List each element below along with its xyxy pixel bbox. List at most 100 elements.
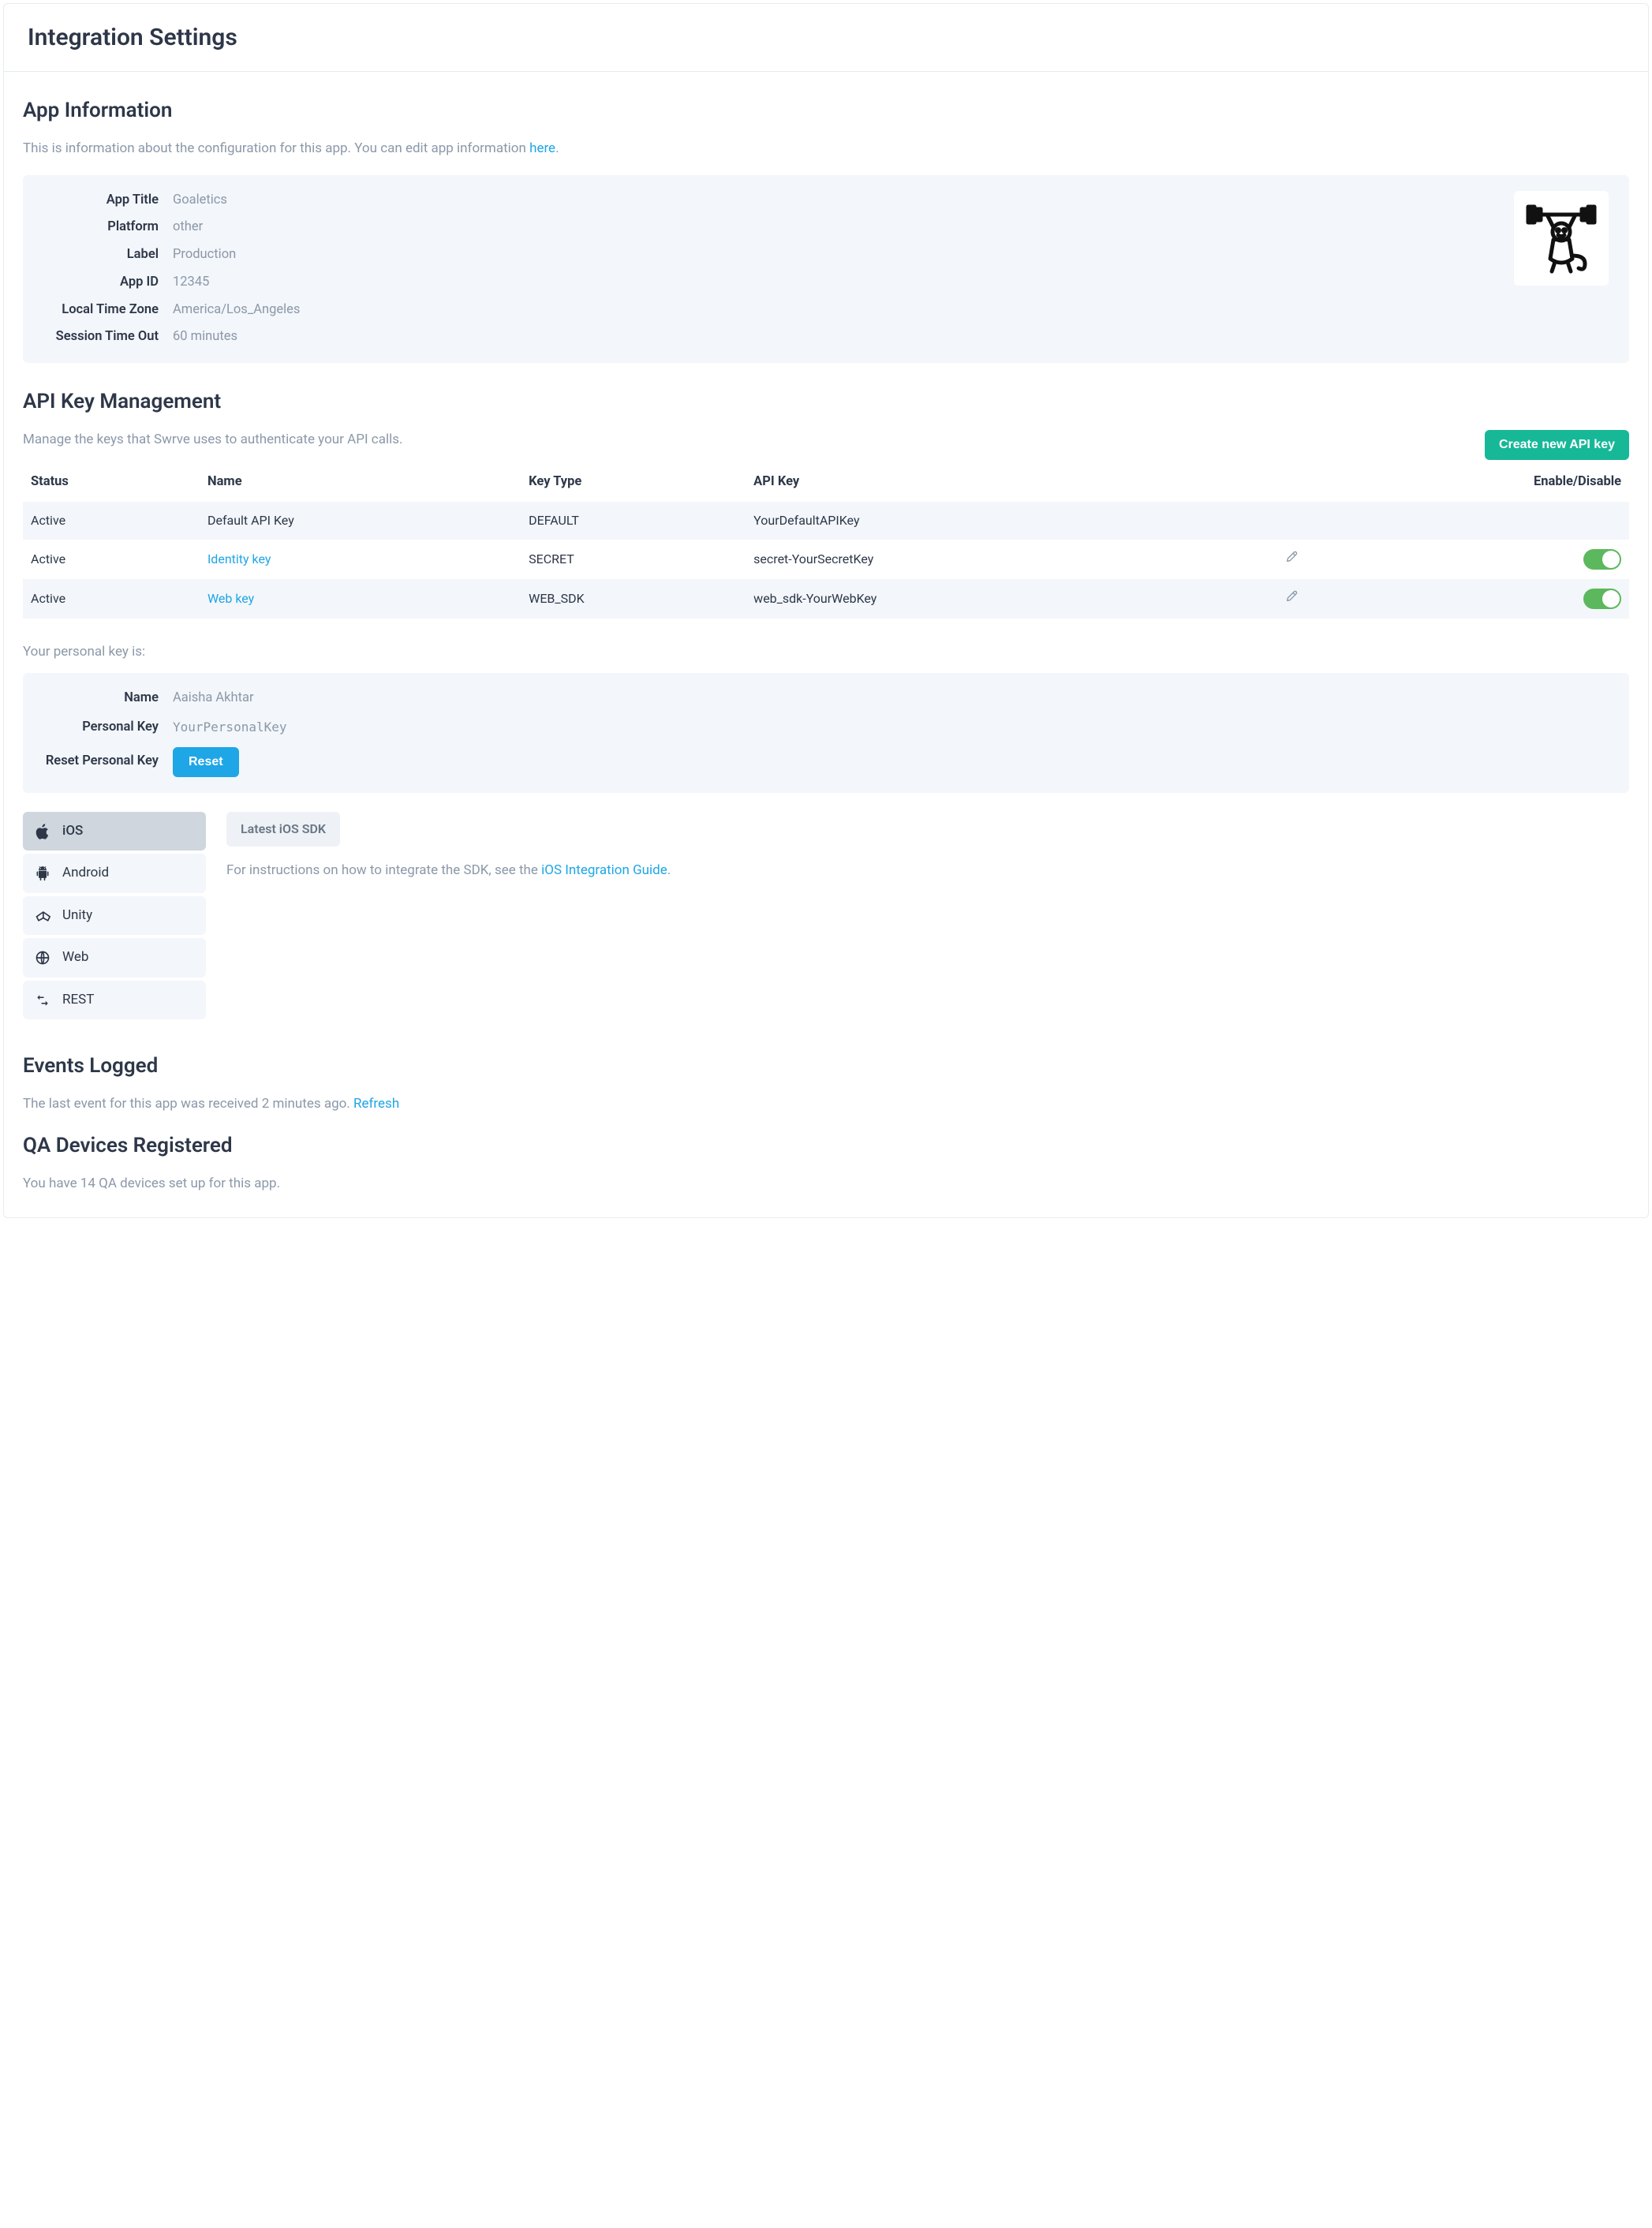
events-desc: The last event for this app was received… <box>23 1094 1629 1115</box>
web-icon <box>34 950 51 966</box>
rest-icon <box>34 993 51 1007</box>
latest-sdk-pill[interactable]: Latest iOS SDK <box>226 812 340 847</box>
enable-toggle[interactable] <box>1583 549 1621 570</box>
create-api-key-button[interactable]: Create new API key <box>1485 430 1629 460</box>
sdk-tab-rest[interactable]: REST <box>23 981 206 1020</box>
api-key-type: WEB_SDK <box>521 579 746 619</box>
table-row: Active Identity key SECRETsecret-YourSecre… <box>23 540 1629 579</box>
personal-key-label: Your personal key is: <box>23 642 1629 663</box>
app-icon <box>1514 191 1609 286</box>
app-info-desc-post: . <box>555 140 559 156</box>
timeout-label: Session Time Out <box>39 327 173 347</box>
integration-settings-panel: Integration Settings App Information Thi… <box>3 3 1649 1218</box>
api-key-type: SECRET <box>521 540 746 579</box>
appid-label: App ID <box>39 273 173 293</box>
pk-key-label: Personal Key <box>39 718 173 738</box>
platform-label: Platform <box>39 218 173 237</box>
col-type: Key Type <box>521 465 746 502</box>
api-key-name-link[interactable]: Web key <box>207 591 254 606</box>
platform-value: other <box>173 218 203 237</box>
sdk-tab-ios[interactable]: iOS <box>23 812 206 851</box>
ios-icon <box>34 823 51 840</box>
api-key-status: Active <box>23 579 200 619</box>
pk-name-label: Name <box>39 689 173 708</box>
sdk-tabs: iOS Android Unity Web REST <box>23 812 206 1020</box>
qa-heading: QA Devices Registered <box>23 1131 1629 1161</box>
table-row: Active Web key WEB_SDKweb_sdk-YourWebKey <box>23 579 1629 619</box>
edit-icon[interactable] <box>1285 590 1298 603</box>
monkey-lifting-icon <box>1523 200 1599 276</box>
events-refresh-link[interactable]: Refresh <box>353 1096 399 1112</box>
sdk-tab-label: REST <box>62 990 94 1011</box>
api-key-status: Active <box>23 540 200 579</box>
sdk-section: iOS Android Unity Web REST Latest iOS SDK Fo… <box>23 812 1629 1020</box>
sdk-content: Latest iOS SDK For instructions on how t… <box>226 812 1629 1020</box>
api-key-value: secret-YourSecretKey <box>746 540 1228 579</box>
tz-value: America/Los_Angeles <box>173 301 300 320</box>
sdk-tab-web[interactable]: Web <box>23 938 206 978</box>
sdk-guide-link[interactable]: iOS Integration Guide <box>541 862 667 878</box>
pk-key-row: Personal Key YourPersonalKey <box>39 718 1613 738</box>
label-label: Label <box>39 245 173 265</box>
tz-row: Local Time Zone America/Los_Angeles <box>39 301 300 320</box>
label-row: Label Production <box>39 245 300 265</box>
api-key-name: Default API Key <box>207 513 294 528</box>
sdk-tab-android[interactable]: Android <box>23 854 206 893</box>
app-info-kv-list: App Title Goaletics Platform other Label… <box>39 191 300 348</box>
pk-name-row: Name Aaisha Akhtar <box>39 689 1613 708</box>
app-info-box: App Title Goaletics Platform other Label… <box>23 175 1629 364</box>
panel-header: Integration Settings <box>4 4 1648 72</box>
pk-reset-label: Reset Personal Key <box>39 752 173 772</box>
app-info-heading: App Information <box>23 95 1629 126</box>
table-header-row: Status Name Key Type API Key Enable/Disa… <box>23 465 1629 502</box>
col-edit <box>1228 465 1356 502</box>
enable-toggle[interactable] <box>1583 589 1621 609</box>
sdk-desc-post: . <box>667 862 671 878</box>
events-heading: Events Logged <box>23 1051 1629 1082</box>
app-title-label: App Title <box>39 191 173 211</box>
api-key-value: web_sdk-YourWebKey <box>746 579 1228 619</box>
api-key-name-link[interactable]: Identity key <box>207 551 271 566</box>
pk-reset-row: Reset Personal Key Reset <box>39 747 1613 777</box>
api-heading: API Key Management <box>23 387 1629 417</box>
api-key-table: Status Name Key Type API Key Enable/Disa… <box>23 465 1629 619</box>
app-title-value: Goaletics <box>173 191 227 211</box>
api-header-row: Manage the keys that Swrve uses to authe… <box>23 430 1629 460</box>
app-title-row: App Title Goaletics <box>39 191 300 211</box>
col-name: Name <box>200 465 521 502</box>
edit-icon[interactable] <box>1285 551 1298 563</box>
personal-key-box: Name Aaisha Akhtar Personal Key YourPers… <box>23 673 1629 793</box>
pk-key-value: YourPersonalKey <box>173 718 287 737</box>
sdk-tab-label: iOS <box>62 821 83 842</box>
appid-value: 12345 <box>173 273 209 293</box>
events-desc-pre: The last event for this app was received… <box>23 1096 353 1112</box>
col-toggle: Enable/Disable <box>1356 465 1629 502</box>
panel-body: App Information This is information abou… <box>4 72 1648 1217</box>
app-info-desc-pre: This is information about the configurat… <box>23 140 529 156</box>
sdk-desc-pre: For instructions on how to integrate the… <box>226 862 541 878</box>
pk-name-value: Aaisha Akhtar <box>173 689 254 708</box>
page-title: Integration Settings <box>28 20 1624 55</box>
app-info-desc: This is information about the configurat… <box>23 139 1629 159</box>
unity-icon <box>34 908 51 924</box>
qa-desc: You have 14 QA devices set up for this a… <box>23 1174 1629 1194</box>
timeout-row: Session Time Out 60 minutes <box>39 327 300 347</box>
api-key-status: Active <box>23 502 200 540</box>
tz-label: Local Time Zone <box>39 301 173 320</box>
sdk-tab-label: Web <box>62 948 88 968</box>
api-key-type: DEFAULT <box>521 502 746 540</box>
api-key-value: YourDefaultAPIKey <box>746 502 1228 540</box>
appid-row: App ID 12345 <box>39 273 300 293</box>
android-icon <box>34 865 51 882</box>
platform-row: Platform other <box>39 218 300 237</box>
label-value: Production <box>173 245 236 265</box>
reset-personal-key-button[interactable]: Reset <box>173 747 239 777</box>
sdk-tab-unity[interactable]: Unity <box>23 896 206 936</box>
table-row: Active Default API Key DEFAULTYourDefaultA… <box>23 502 1629 540</box>
col-status: Status <box>23 465 200 502</box>
col-key: API Key <box>746 465 1228 502</box>
sdk-desc: For instructions on how to integrate the… <box>226 861 1629 881</box>
edit-app-info-link[interactable]: here <box>529 140 555 156</box>
api-desc: Manage the keys that Swrve uses to authe… <box>23 430 402 450</box>
sdk-tab-label: Unity <box>62 906 92 926</box>
